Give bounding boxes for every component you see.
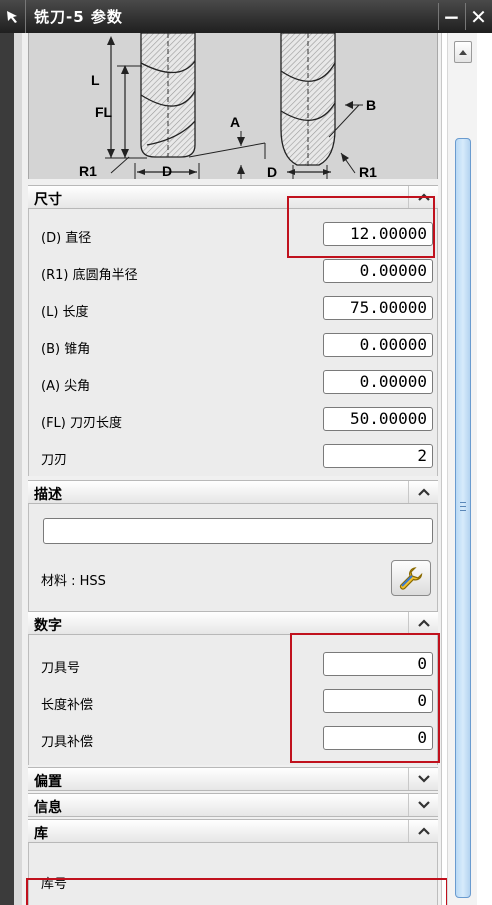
minimize-button[interactable]: − <box>438 3 464 30</box>
tool-number-label: 刀具号 <box>41 661 81 676</box>
section-title-info: 信息 <box>34 800 62 816</box>
chevron-down-icon[interactable] <box>408 794 438 816</box>
chevron-up-icon[interactable] <box>408 481 438 503</box>
section-title-offset: 偏置 <box>34 774 62 790</box>
section-title-library: 库 <box>34 826 48 842</box>
scroll-thumb[interactable] <box>455 138 471 898</box>
dimension-label-lower-radius: (R1) 底圆角半径 <box>41 268 138 283</box>
label-a: A <box>230 114 240 130</box>
length-field[interactable]: 75.00000 <box>323 296 433 320</box>
label-d-right: D <box>267 164 277 179</box>
section-header-offset[interactable]: 偏置 <box>28 767 438 791</box>
highlight-library <box>26 878 448 905</box>
flutes-field[interactable]: 2 <box>323 444 433 468</box>
close-button[interactable]: ✕ <box>465 3 491 30</box>
left-edge-strip <box>0 33 22 905</box>
dimension-label-diameter: (D) 直径 <box>41 231 92 246</box>
section-title-numbers: 数字 <box>34 618 62 634</box>
dialog-content: L FL R1 D A B D R1 尺寸 (D) 直径 12.00000 (R… <box>22 33 442 905</box>
dimension-label-tip-angle: (A) 尖角 <box>41 379 91 394</box>
lower-radius-field[interactable]: 0.00000 <box>323 259 433 283</box>
dimension-label-flute-length: (FL) 刀刃长度 <box>41 416 122 431</box>
scroll-up-button[interactable] <box>454 41 472 63</box>
section-header-numbers[interactable]: 数字 <box>28 611 438 635</box>
label-r1-left: R1 <box>79 163 97 179</box>
flute-length-field[interactable]: 50.00000 <box>323 407 433 431</box>
close-icon: ✕ <box>470 4 487 29</box>
chevron-up-icon[interactable] <box>408 612 438 634</box>
material-select-button[interactable] <box>391 560 431 596</box>
right-edge <box>477 33 492 905</box>
taper-angle-field[interactable]: 0.00000 <box>323 333 433 357</box>
cutter-comp-label: 刀具补偿 <box>41 735 94 750</box>
highlight-diameter <box>287 196 435 258</box>
minimize-icon: − <box>443 4 460 29</box>
cursor-arrow-icon <box>0 0 26 33</box>
label-b: B <box>366 97 376 113</box>
section-title-description: 描述 <box>34 487 62 503</box>
label-r1-right: R1 <box>359 164 377 179</box>
description-input[interactable] <box>43 518 433 544</box>
section-body-description: 材料 : HSS <box>28 504 438 616</box>
label-l: L <box>91 72 100 88</box>
highlight-numbers <box>290 633 440 763</box>
dimension-label-flutes: 刀刃 <box>41 453 68 468</box>
dimension-label-taper-angle: (B) 锥角 <box>41 342 91 357</box>
end-mill-diagram: L FL R1 D A B D R1 <box>79 33 377 180</box>
section-title-dimensions: 尺寸 <box>34 192 62 208</box>
title-bar: 铣刀-5 参数 − ✕ <box>0 0 492 33</box>
material-label: 材料 : HSS <box>41 574 106 589</box>
label-fl: FL <box>95 104 113 120</box>
chevron-up-icon[interactable] <box>408 820 438 842</box>
dimension-label-length: (L) 长度 <box>41 305 89 320</box>
section-header-description[interactable]: 描述 <box>28 480 438 504</box>
section-header-library[interactable]: 库 <box>28 819 438 843</box>
section-header-info[interactable]: 信息 <box>28 793 438 817</box>
grip-icon <box>460 502 466 511</box>
label-d-left: D <box>162 163 172 179</box>
arrow-up-icon <box>459 50 467 55</box>
length-adjust-label: 长度补偿 <box>41 698 94 713</box>
tool-diagram: L FL R1 D A B D R1 <box>28 33 438 180</box>
tip-angle-field[interactable]: 0.00000 <box>323 370 433 394</box>
chevron-down-icon[interactable] <box>408 768 438 790</box>
vertical-scrollbar[interactable] <box>447 33 477 905</box>
window-title: 铣刀-5 参数 <box>34 8 123 26</box>
wrench-icon <box>399 567 423 590</box>
